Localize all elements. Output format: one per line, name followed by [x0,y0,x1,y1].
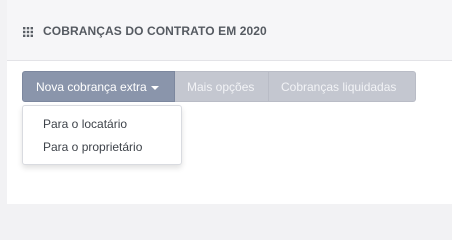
grid-icon [23,27,33,37]
panel-header: COBRANÇAS DO CONTRATO EM 2020 [7,0,452,61]
dropdown-item-tenant[interactable]: Para o locatário [43,117,127,131]
panel-title: COBRANÇAS DO CONTRATO EM 2020 [43,24,267,38]
charges-panel: COBRANÇAS DO CONTRATO EM 2020 Nova cobra… [7,0,452,204]
new-charge-dropdown-menu: Para o locatário Para o proprietário [22,105,182,165]
charges-button-group: Nova cobrança extra Mais opções Cobrança… [22,71,416,102]
new-extra-charge-label: Nova cobrança extra [36,80,147,94]
settled-charges-button[interactable]: Cobranças liquidadas [269,71,416,102]
dropdown-item-owner[interactable]: Para o proprietário [43,140,142,154]
more-options-button[interactable]: Mais opções [175,71,269,102]
new-extra-charge-button[interactable]: Nova cobrança extra [22,71,175,102]
caret-down-icon [150,85,159,90]
